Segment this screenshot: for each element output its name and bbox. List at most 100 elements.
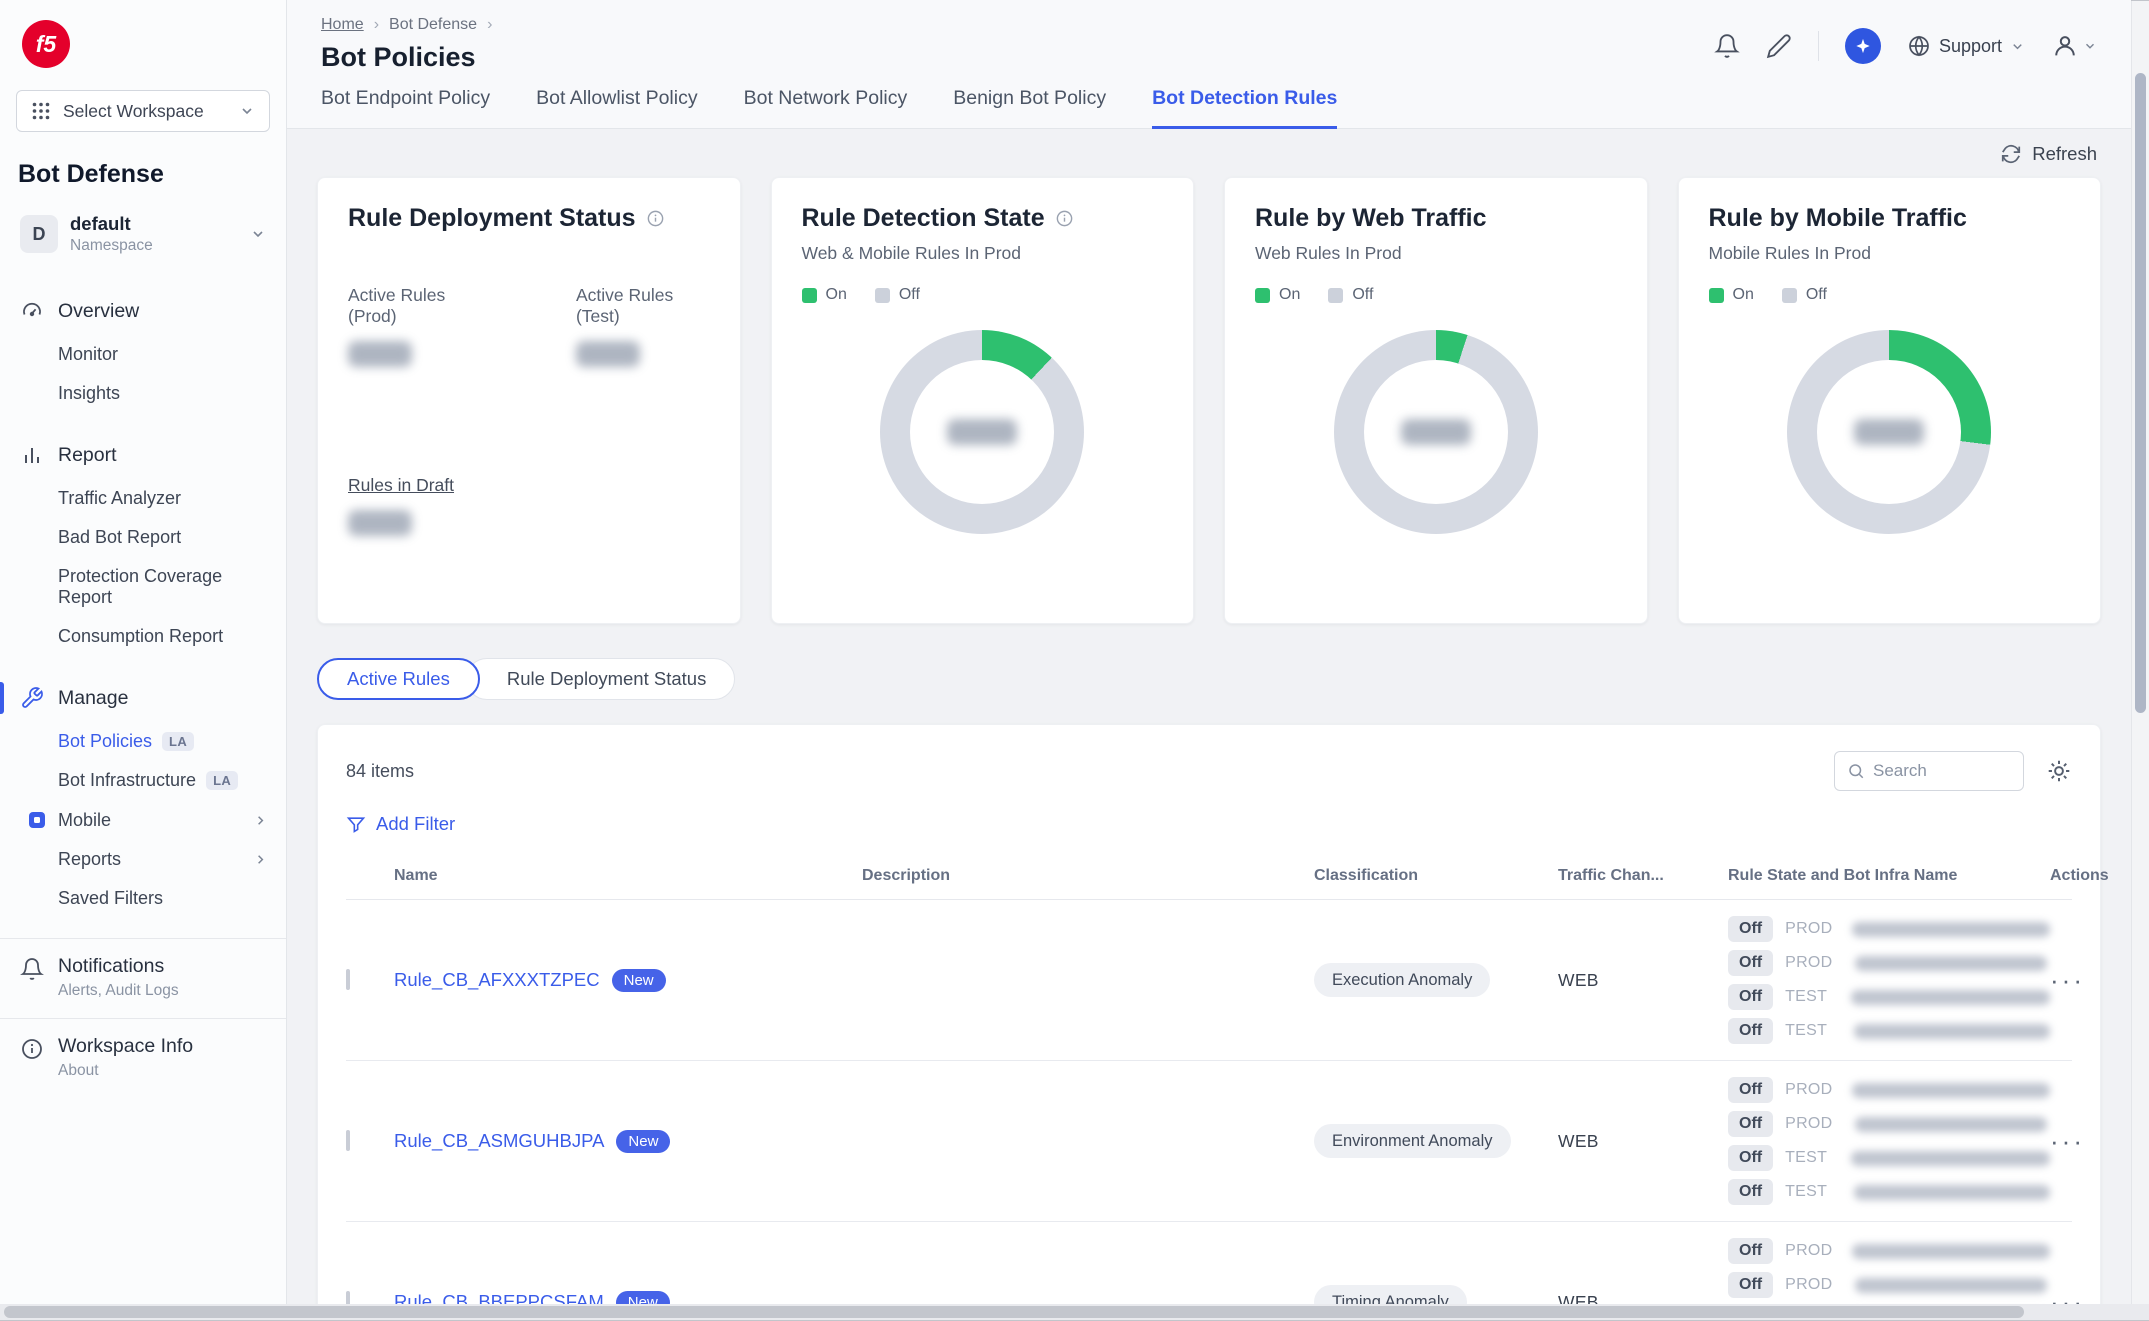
nav-item-label: Insights	[58, 383, 120, 404]
info-icon[interactable]	[1055, 209, 1074, 228]
env-label: PROD	[1785, 1242, 1840, 1260]
toggle-active-rules[interactable]: Active Rules	[317, 658, 480, 700]
breadcrumb-home-link[interactable]: Home	[321, 16, 364, 34]
content-area: Refresh Rule Deployment Status Active Ru…	[287, 129, 2131, 1305]
nav-item-label: Consumption Report	[58, 626, 223, 647]
card-subtitle: Mobile Rules In Prod	[1709, 243, 2071, 264]
nav-item-label: Protection Coverage Report	[58, 566, 266, 608]
row-actions-menu[interactable]: ···	[2050, 965, 2085, 996]
ai-assistant-icon[interactable]	[1845, 28, 1881, 64]
vertical-scrollbar[interactable]	[2131, 1, 2149, 1304]
sidebar-item-traffic-analyzer[interactable]: Traffic Analyzer	[0, 479, 286, 518]
col-header-name[interactable]: Name	[394, 867, 862, 885]
sidebar-item-mobile[interactable]: Mobile	[0, 800, 286, 840]
filter-funnel-icon	[346, 814, 366, 834]
col-header-description[interactable]: Description	[862, 867, 1314, 885]
gear-icon[interactable]	[2046, 758, 2072, 784]
sidebar-item-insights[interactable]: Insights	[0, 374, 286, 413]
row-checkbox[interactable]	[346, 1130, 350, 1151]
info-icon[interactable]	[646, 209, 665, 228]
rule-states-cell: OffPROD OffPROD OffTEST OffTEST	[1728, 1238, 2050, 1305]
rule-name-link[interactable]: Rule_CB_BBEPPCSFAM	[394, 1291, 604, 1305]
state-pill: Off	[1728, 1272, 1773, 1298]
card-subtitle: Web & Mobile Rules In Prod	[802, 243, 1164, 264]
policy-tabs: Bot Endpoint Policy Bot Allowlist Policy…	[287, 73, 2131, 129]
row-checkbox[interactable]	[346, 969, 350, 990]
wrench-icon	[20, 686, 44, 710]
redacted-value	[348, 510, 412, 536]
sidebar-section-overview[interactable]: Overview	[0, 287, 286, 335]
items-count: 84 items	[346, 761, 414, 782]
donut-legend: On Off	[802, 286, 1164, 304]
sidebar-item-bot-policies[interactable]: Bot Policies LA	[0, 722, 286, 761]
sidebar-item-workspace-info[interactable]: Workspace Info About	[0, 1019, 286, 1086]
vertical-scrollbar-thumb[interactable]	[2135, 73, 2146, 713]
col-header-classification[interactable]: Classification	[1314, 867, 1558, 885]
state-pill: Off	[1728, 950, 1773, 976]
namespace-selector[interactable]: D default Namespace	[10, 203, 276, 265]
env-label: TEST	[1785, 988, 1839, 1006]
legend-off-swatch	[1782, 288, 1797, 303]
sidebar-item-bad-bot-report[interactable]: Bad Bot Report	[0, 518, 286, 557]
state-pill: Off	[1728, 1238, 1773, 1264]
sidebar-section-report[interactable]: Report	[0, 431, 286, 479]
sidebar-item-saved-filters[interactable]: Saved Filters	[0, 879, 286, 918]
sidebar: f5 Select Workspace Bot Defense D defaul…	[0, 0, 287, 1305]
table-row: Rule_CB_BBEPPCSFAM New Timing Anomaly WE…	[346, 1222, 2072, 1305]
breadcrumb-separator-icon: ›	[374, 16, 379, 34]
user-account-menu[interactable]	[2051, 32, 2097, 60]
product-title: Bot Defense	[18, 160, 268, 189]
legend-on-swatch	[802, 288, 817, 303]
user-icon	[2051, 32, 2079, 60]
tab-bot-detection-rules[interactable]: Bot Detection Rules	[1152, 87, 1337, 129]
row-actions-menu[interactable]: ···	[2050, 1287, 2085, 1306]
horizontal-scrollbar-thumb[interactable]	[4, 1306, 2024, 1318]
breadcrumb-separator-icon: ›	[487, 16, 492, 34]
notifications-bell-icon[interactable]	[1714, 33, 1740, 59]
support-menu[interactable]: Support	[1907, 34, 2025, 58]
row-checkbox[interactable]	[346, 1291, 350, 1305]
sidebar-item-notifications[interactable]: Notifications Alerts, Audit Logs	[0, 939, 286, 1006]
rule-name-link[interactable]: Rule_CB_ASMGUHBJPA	[394, 1130, 604, 1152]
env-label: TEST	[1785, 1022, 1842, 1040]
tab-benign-bot-policy[interactable]: Benign Bot Policy	[953, 87, 1106, 129]
tab-bot-endpoint-policy[interactable]: Bot Endpoint Policy	[321, 87, 490, 129]
horizontal-scrollbar[interactable]	[0, 1304, 2149, 1320]
sidebar-item-consumption-report[interactable]: Consumption Report	[0, 617, 286, 656]
new-badge: New	[612, 969, 666, 992]
rules-in-draft-link[interactable]: Rules in Draft	[348, 475, 454, 495]
sidebar-section-manage[interactable]: Manage	[0, 674, 286, 722]
classification-badge: Environment Anomaly	[1314, 1124, 1511, 1158]
toggle-rule-deployment-status[interactable]: Rule Deployment Status	[466, 658, 736, 700]
edit-pencil-icon[interactable]	[1766, 33, 1792, 59]
footer-item-sublabel: Alerts, Audit Logs	[58, 982, 179, 1000]
env-label: PROD	[1785, 920, 1840, 938]
state-pill: Off	[1728, 1077, 1773, 1103]
sidebar-item-bot-infrastructure[interactable]: Bot Infrastructure LA	[0, 761, 286, 800]
sidebar-item-protection-coverage-report[interactable]: Protection Coverage Report	[0, 557, 286, 617]
workspace-selector[interactable]: Select Workspace	[16, 90, 270, 132]
new-badge: New	[616, 1291, 670, 1306]
chevron-down-icon	[239, 103, 255, 119]
redacted-infra-name	[1854, 1024, 2050, 1039]
f5-logo-icon[interactable]: f5	[22, 20, 70, 68]
add-filter-button[interactable]: Add Filter	[346, 813, 455, 835]
redacted-infra-name	[1852, 1244, 2050, 1259]
rule-name-link[interactable]: Rule_CB_AFXXXTZPEC	[394, 969, 600, 991]
col-header-rule-state[interactable]: Rule State and Bot Infra Name	[1728, 867, 2050, 885]
row-actions-menu[interactable]: ···	[2050, 1126, 2085, 1157]
sidebar-item-reports[interactable]: Reports	[0, 840, 286, 879]
col-header-traffic-channel[interactable]: Traffic Chan...	[1558, 867, 1728, 885]
refresh-button[interactable]: Refresh	[317, 143, 2097, 165]
tab-bot-network-policy[interactable]: Bot Network Policy	[744, 87, 908, 129]
redacted-value	[1401, 419, 1471, 445]
legend-off-label: Off	[1806, 286, 1827, 304]
redacted-infra-name	[1855, 956, 2047, 971]
sidebar-item-monitor[interactable]: Monitor	[0, 335, 286, 374]
nav-item-label: Bot Policies	[58, 731, 152, 752]
tab-bot-allowlist-policy[interactable]: Bot Allowlist Policy	[536, 87, 697, 129]
chevron-right-icon	[253, 813, 268, 828]
new-badge: New	[616, 1130, 670, 1153]
search-input[interactable]	[1873, 761, 2011, 781]
redacted-value	[348, 341, 412, 367]
